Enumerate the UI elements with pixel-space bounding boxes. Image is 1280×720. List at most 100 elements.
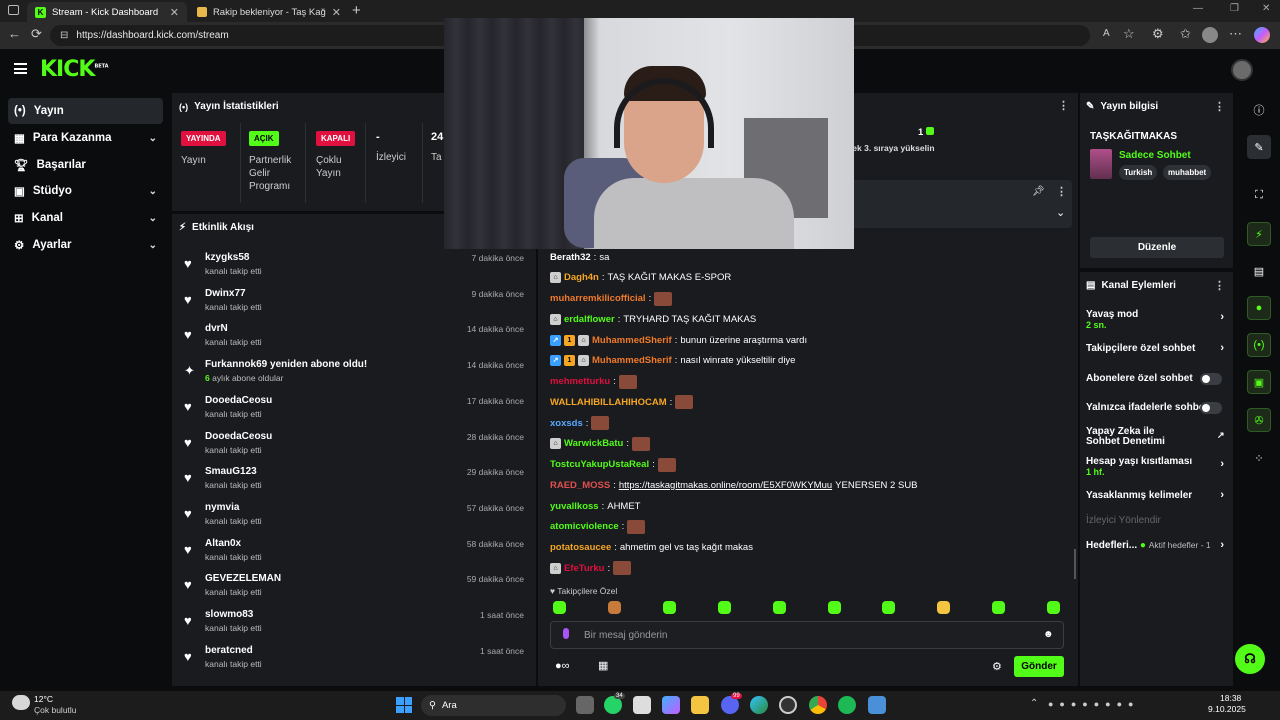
ai-moderation-row[interactable]: Yapay Zeka ile Sohbet Denetimi ↗ bbox=[1086, 427, 1225, 447]
start-button[interactable] bbox=[396, 697, 412, 713]
kick-logo[interactable]: KICKBETA bbox=[40, 57, 109, 82]
taskbar-search[interactable]: ⚲ Ara bbox=[421, 695, 566, 716]
support-chat-button[interactable]: ☊ bbox=[1235, 644, 1265, 674]
chat-username[interactable]: mehmetturku bbox=[550, 376, 610, 387]
copilot-app-icon[interactable] bbox=[662, 696, 680, 714]
new-tab-button[interactable]: + bbox=[352, 2, 361, 19]
edit-stream-icon[interactable]: ✎ bbox=[1247, 135, 1271, 159]
category-name[interactable]: Sadece Sohbet bbox=[1119, 150, 1191, 161]
chat-scrollbar[interactable] bbox=[1074, 549, 1076, 579]
quick-emote[interactable] bbox=[607, 601, 621, 614]
chat-link[interactable]: https://taskagitmakas.online/room/E5XF0W… bbox=[619, 480, 832, 491]
favorites-bar-icon[interactable]: ✩ bbox=[1180, 26, 1191, 42]
quick-emote[interactable] bbox=[662, 601, 676, 614]
event-user[interactable]: Furkannok69 yeniden abone oldu! bbox=[205, 359, 367, 370]
nav-item-para-kazanma[interactable]: ▦ Para Kazanma ⌄ bbox=[8, 125, 163, 151]
maximize-icon[interactable]: ❐ bbox=[1230, 3, 1239, 14]
goals-row[interactable]: Hedefleri... ● Aktif hedefler - 1 › bbox=[1086, 539, 1226, 551]
site-info-icon[interactable]: ⊟ bbox=[60, 30, 68, 41]
chat-username[interactable]: muharremkilicofficial bbox=[550, 293, 646, 304]
tray-chevron-icon[interactable]: ⌃ bbox=[1030, 698, 1038, 709]
tools-icon[interactable]: ✇ bbox=[1247, 408, 1271, 432]
pin-icon[interactable]: 📌︎ bbox=[1032, 186, 1045, 197]
info-icon[interactable]: ⓘ bbox=[1247, 98, 1271, 122]
send-button[interactable]: Gönder bbox=[1014, 656, 1064, 677]
slow-mode-row[interactable]: Yavaş mod 2 sn. › bbox=[1086, 309, 1226, 330]
chat-username[interactable]: MuhammedSherif bbox=[592, 355, 672, 366]
kick-points-icon[interactable]: ●∞ bbox=[555, 660, 570, 672]
chevron-down-icon[interactable]: ⌄ bbox=[1056, 206, 1065, 219]
chat-username[interactable]: WALLAHIBILLAHIHOCAM bbox=[550, 397, 667, 408]
file-explorer-icon[interactable] bbox=[691, 696, 709, 714]
minimize-icon[interactable]: — bbox=[1193, 3, 1203, 14]
favorite-icon[interactable]: ☆ bbox=[1123, 26, 1135, 42]
chat-username[interactable]: EfeTurku bbox=[564, 563, 604, 574]
quick-emote[interactable] bbox=[882, 601, 896, 614]
spotify-icon[interactable] bbox=[838, 696, 856, 714]
chrome-icon[interactable] bbox=[809, 696, 827, 714]
copilot-icon[interactable] bbox=[1254, 27, 1270, 43]
more-menu-icon[interactable]: ⋯ bbox=[1229, 26, 1242, 42]
edge-icon[interactable] bbox=[750, 696, 768, 714]
broadcast-rail-icon[interactable]: (•) bbox=[1247, 333, 1271, 357]
quick-emote[interactable] bbox=[1047, 601, 1061, 614]
quick-emote[interactable] bbox=[553, 601, 566, 614]
chat-settings-icon[interactable]: ⚙ bbox=[992, 660, 1002, 673]
chat-username[interactable]: MuhammedSherif bbox=[592, 335, 672, 346]
channel-actions-options-icon[interactable]: ⋮ bbox=[1214, 279, 1225, 292]
chat-username[interactable]: atomicviolence bbox=[550, 521, 619, 532]
stream-info-options-icon[interactable]: ⋮ bbox=[1214, 100, 1225, 113]
browser-tab-rakip[interactable]: Rakip bekleniyor - Taş Kağıt Mak... ✕ bbox=[189, 2, 349, 22]
chat-username[interactable]: RAED_MOSS bbox=[550, 480, 610, 491]
extensions-icon[interactable]: ⚙ bbox=[1152, 26, 1164, 42]
close-tab-icon[interactable]: ✕ bbox=[170, 6, 179, 19]
quick-emote[interactable] bbox=[827, 601, 841, 614]
followers-only-chat-row[interactable]: Takipçilere özel sohbet › bbox=[1086, 342, 1226, 354]
browser-tab-kick-dashboard[interactable]: K Stream - Kick Dashboard ✕ bbox=[27, 2, 187, 22]
event-user[interactable]: slowmo83 bbox=[205, 609, 253, 620]
app-icon[interactable] bbox=[868, 696, 886, 714]
close-tab-icon[interactable]: ✕ bbox=[332, 6, 341, 19]
monitor-icon[interactable]: ▣ bbox=[1247, 370, 1271, 394]
fullscreen-icon[interactable]: ⛶ bbox=[1247, 183, 1271, 207]
quick-emote[interactable] bbox=[992, 601, 1006, 614]
event-user[interactable]: kzygks58 bbox=[205, 252, 249, 263]
event-user[interactable]: DooedaCeosu bbox=[205, 431, 272, 442]
nav-item-studyo[interactable]: ▣ Stüdyo ⌄ bbox=[8, 178, 163, 204]
quick-emote[interactable] bbox=[937, 601, 951, 614]
chat-username[interactable]: Dagh4n bbox=[564, 272, 599, 283]
microphone-icon[interactable] bbox=[563, 628, 569, 639]
nav-item-ayarlar[interactable]: ⚙ Ayarlar ⌄ bbox=[8, 232, 163, 258]
quick-emote[interactable] bbox=[717, 601, 731, 614]
apps-icon[interactable]: ⁘ bbox=[1247, 446, 1271, 470]
event-user[interactable]: GEVEZELEMAN bbox=[205, 573, 281, 584]
chat-username[interactable]: WarwickBatu bbox=[564, 438, 623, 449]
nav-item-kanal[interactable]: ⊞ Kanal ⌄ bbox=[8, 205, 163, 231]
account-age-row[interactable]: Hesap yaşı kısıtlaması 1 hf. › bbox=[1086, 456, 1226, 477]
refresh-icon[interactable]: ⟳ bbox=[31, 26, 42, 42]
emotes-only-toggle[interactable] bbox=[1200, 402, 1222, 414]
task-view-icon[interactable] bbox=[576, 696, 594, 714]
read-aloud-icon[interactable]: A bbox=[1103, 28, 1110, 39]
close-window-icon[interactable]: ✕ bbox=[1262, 3, 1270, 14]
chat-bubble-icon[interactable]: ● bbox=[1247, 296, 1271, 320]
window-menu-icon[interactable] bbox=[8, 5, 19, 15]
tray-icons[interactable]: ●●●●●●●● bbox=[1048, 699, 1140, 709]
obs-icon[interactable] bbox=[779, 696, 797, 714]
nav-item-yayin[interactable]: (•) Yayın bbox=[8, 98, 163, 124]
store-icon[interactable]: ▦ bbox=[598, 659, 608, 672]
event-user[interactable]: Dwinx77 bbox=[205, 288, 246, 299]
back-icon[interactable]: ← bbox=[8, 26, 21, 41]
chat-input[interactable]: Bir mesaj gönderin ☻ bbox=[550, 621, 1064, 649]
hamburger-menu-icon[interactable] bbox=[14, 63, 27, 74]
user-avatar[interactable] bbox=[1231, 59, 1253, 81]
chat-username[interactable]: potatosaucee bbox=[550, 542, 611, 553]
chat-options-icon[interactable]: ⋮ bbox=[1058, 99, 1069, 112]
event-user[interactable]: DooedaCeosu bbox=[205, 395, 272, 406]
edit-button[interactable]: Düzenle bbox=[1090, 237, 1224, 258]
event-user[interactable]: SmauG123 bbox=[205, 466, 257, 477]
emoji-icon[interactable]: ☻ bbox=[1043, 629, 1054, 640]
event-user[interactable]: beratcned bbox=[205, 645, 253, 656]
chat-username[interactable]: yuvallkoss bbox=[550, 501, 599, 512]
quick-emote[interactable] bbox=[772, 601, 786, 614]
